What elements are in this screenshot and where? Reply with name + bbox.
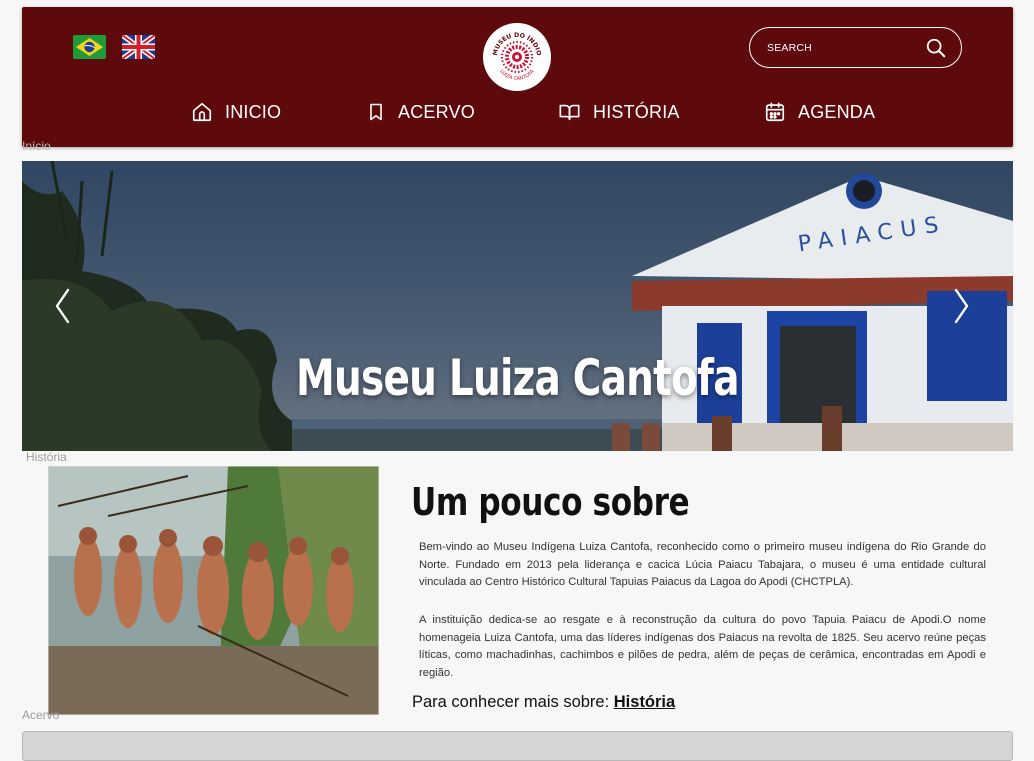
about-paragraph-2: A instituição dedica-se ao resgate e à r… bbox=[419, 614, 986, 679]
acervo-section-bar bbox=[22, 731, 1013, 761]
section-anchor-historia: História bbox=[26, 450, 67, 464]
historia-link[interactable]: História bbox=[614, 693, 675, 711]
calendar-icon bbox=[765, 102, 785, 122]
search-icon[interactable] bbox=[925, 37, 947, 59]
learn-more-prefix: Para conhecer mais sobre: bbox=[412, 693, 614, 711]
museum-logo[interactable]: MUSEU DO ÍNDIO LUIZA CANTOFA bbox=[483, 23, 551, 91]
svg-text:LUIZA CANTOFA: LUIZA CANTOFA bbox=[498, 68, 536, 82]
nav-item-agenda[interactable]: AGENDA bbox=[764, 99, 875, 125]
nav-item-inicio[interactable]: INICIO bbox=[191, 99, 281, 125]
bookmark-icon bbox=[370, 103, 382, 121]
search-input[interactable]: SEARCH bbox=[767, 42, 925, 54]
about-paragraph-1: Bem-vindo ao Museu Indígena Luiza Cantof… bbox=[419, 541, 986, 588]
uk-flag-icon[interactable] bbox=[122, 35, 155, 59]
nav-item-historia[interactable]: HISTÓRIA bbox=[558, 99, 680, 125]
nav-label: HISTÓRIA bbox=[593, 101, 680, 122]
carousel-next-arrow-icon[interactable] bbox=[950, 286, 972, 326]
hero-title: Museu Luiza Cantofa bbox=[296, 349, 740, 407]
brazil-flag-icon[interactable] bbox=[73, 35, 106, 59]
nav-label: INICIO bbox=[225, 101, 282, 122]
learn-more-line: Para conhecer mais sobre: História bbox=[412, 693, 675, 712]
section-anchor-acervo: Acervo bbox=[22, 708, 60, 722]
open-book-icon bbox=[559, 104, 580, 121]
about-painting-image bbox=[48, 466, 379, 715]
carousel-prev-arrow-icon[interactable] bbox=[52, 286, 74, 326]
nav-label: AGENDA bbox=[798, 101, 876, 122]
hero-carousel: PAIACUS Museu Luiza Cantofa bbox=[22, 161, 1013, 451]
nav-label: ACERVO bbox=[398, 101, 475, 122]
nav-item-acervo[interactable]: ACERVO bbox=[366, 99, 475, 125]
hero-image: PAIACUS bbox=[22, 161, 1013, 451]
search-box[interactable]: SEARCH bbox=[749, 27, 962, 68]
home-icon bbox=[192, 102, 212, 122]
section-anchor-inicio: Início bbox=[22, 139, 51, 153]
about-title: Um pouco sobre bbox=[411, 480, 690, 524]
site-header: MUSEU DO ÍNDIO LUIZA CANTOFA SEARCH INIC… bbox=[22, 7, 1013, 147]
logo-text-bottom: LUIZA CANTOFA bbox=[498, 68, 536, 82]
